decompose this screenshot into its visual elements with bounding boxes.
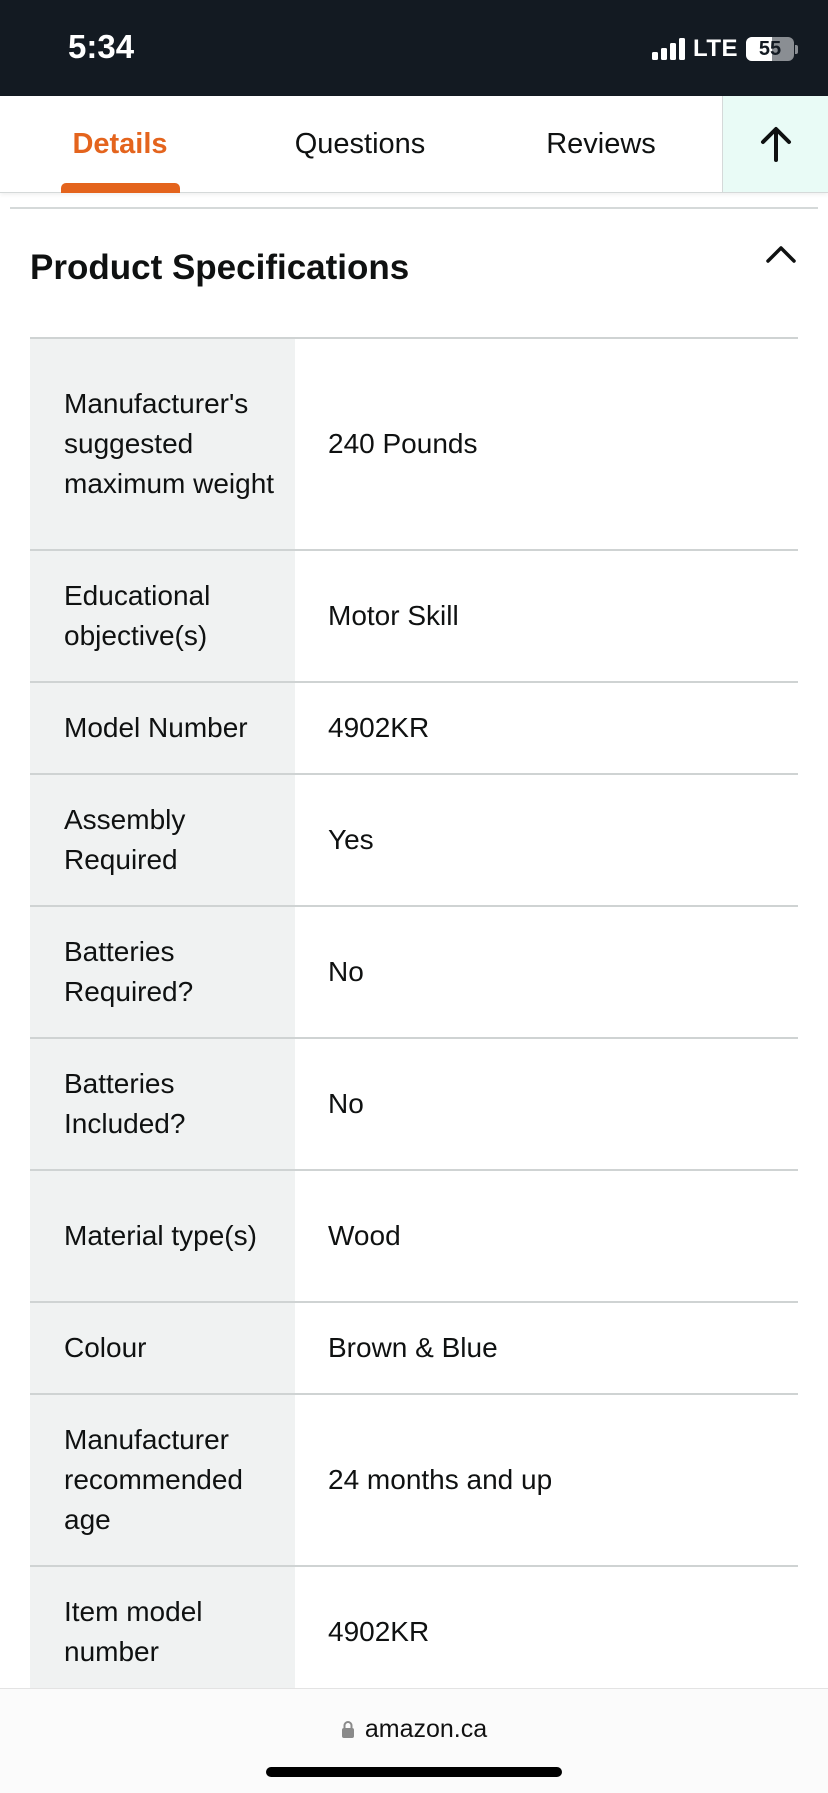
spec-value: 240 Pounds <box>328 428 478 459</box>
spec-label: Batteries Required? <box>30 907 295 1037</box>
back-to-top-button[interactable] <box>722 96 828 192</box>
section-title: Product Specifications <box>30 248 410 287</box>
spec-value: 4902KR <box>328 1616 430 1647</box>
spec-label: Assembly Required <box>30 775 295 905</box>
tab-questions[interactable]: Questions <box>240 96 480 192</box>
spec-value: Yes <box>328 824 374 855</box>
spec-label: Batteries Included? <box>30 1039 295 1169</box>
status-time: 5:34 <box>68 28 135 65</box>
spec-label: Colour <box>30 1303 295 1393</box>
section-collapse-toggle[interactable] <box>766 244 796 269</box>
spec-row: Batteries Required? No <box>30 907 798 1039</box>
spec-label: Educational objective(s) <box>30 551 295 681</box>
spec-row: Item model number 4902KR <box>30 1567 798 1699</box>
spec-label: Model Number <box>30 683 295 773</box>
spec-value: No <box>328 1088 364 1119</box>
lock-icon <box>341 1721 354 1738</box>
tab-bar: Details Questions Reviews <box>0 96 828 193</box>
url-domain: amazon.ca <box>364 1715 488 1743</box>
tab-reviews[interactable]: Reviews <box>480 96 722 192</box>
section-divider <box>10 207 818 209</box>
spec-value: Motor Skill <box>328 600 459 631</box>
spec-row: Batteries Included? No <box>30 1039 798 1171</box>
battery-level: 55 <box>758 38 782 60</box>
spec-value: No <box>328 956 364 987</box>
signal-icon <box>651 38 685 60</box>
browser-url-bar[interactable]: amazon.ca <box>0 1688 828 1793</box>
status-indicators: LTE 55 <box>651 34 798 64</box>
spec-row: Assembly Required Yes <box>30 775 798 907</box>
spec-label: Manufacturer's suggested maximum weight <box>30 339 295 549</box>
chevron-up-icon <box>766 246 796 263</box>
spec-row: Educational objective(s) Motor Skill <box>30 551 798 683</box>
battery-tip <box>795 44 798 54</box>
url-display[interactable]: amazon.ca <box>0 1715 828 1744</box>
spec-row: Colour Brown & Blue <box>30 1303 798 1395</box>
spec-value: 4902KR <box>328 712 430 743</box>
spec-label: Item model number <box>30 1567 295 1697</box>
battery-icon: 55 <box>746 37 794 61</box>
spec-label: Manufacturer recommended age <box>30 1395 295 1565</box>
tab-details[interactable]: Details <box>0 96 240 192</box>
active-tab-indicator <box>61 183 180 193</box>
spec-row: Model Number 4902KR <box>30 683 798 775</box>
spec-value: 24 months and up <box>328 1464 553 1495</box>
spec-row: Manufacturer recommended age 24 months a… <box>30 1395 798 1567</box>
home-indicator[interactable] <box>266 1767 562 1777</box>
network-type: LTE <box>692 35 738 62</box>
arrow-up-icon <box>761 127 791 162</box>
spec-value: Brown & Blue <box>328 1332 498 1363</box>
spec-value: Wood <box>328 1220 401 1251</box>
spec-row: Manufacturer's suggested maximum weight … <box>30 339 798 551</box>
spec-table: Manufacturer's suggested maximum weight … <box>30 337 798 1699</box>
spec-row: Material type(s) Wood <box>30 1171 798 1303</box>
spec-label: Material type(s) <box>30 1171 295 1301</box>
status-bar: 5:34 LTE 55 <box>0 0 828 96</box>
